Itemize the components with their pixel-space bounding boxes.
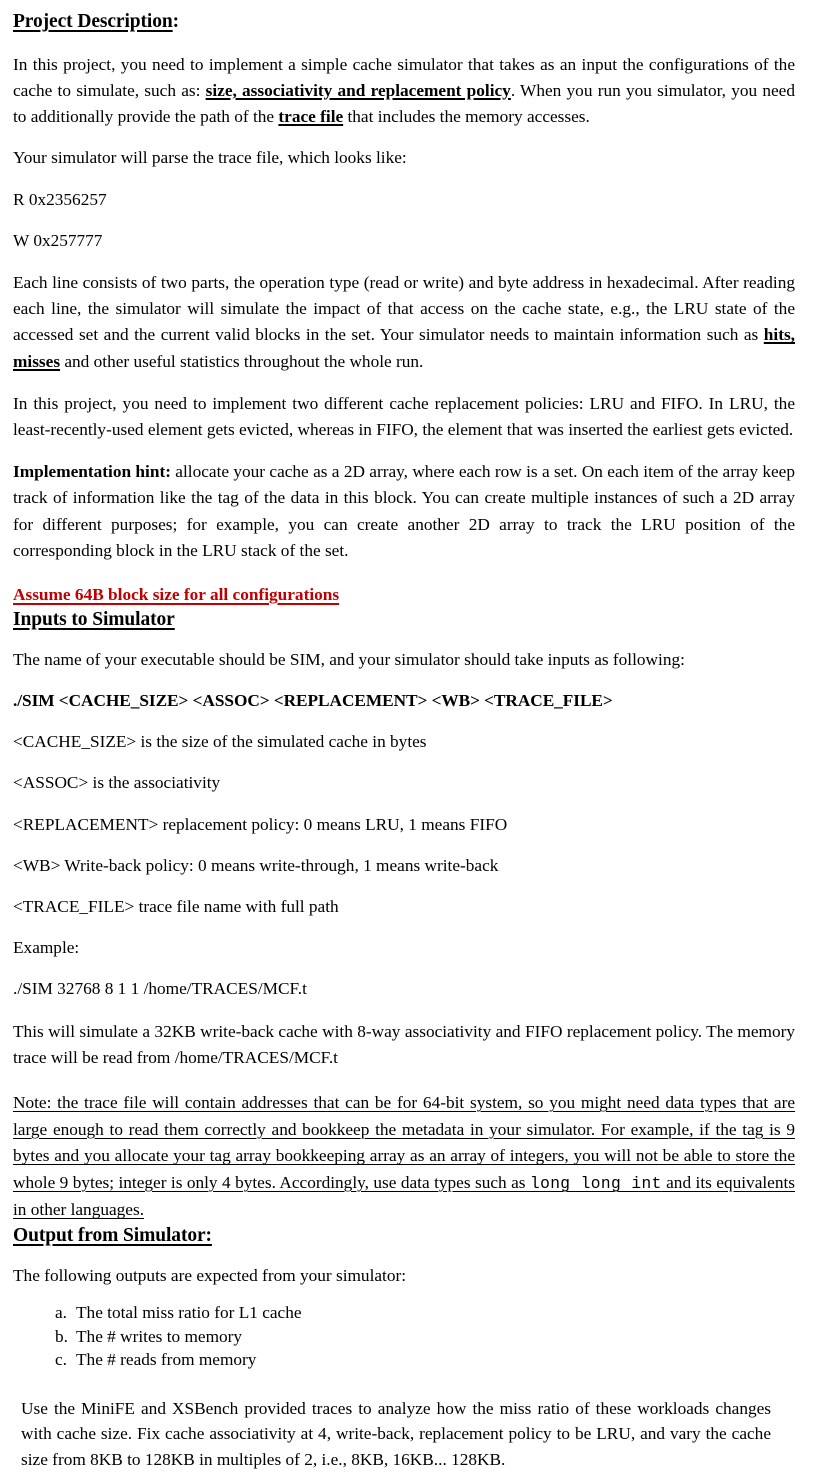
paragraph-outputs-intro: The following outputs are expected from … — [13, 1263, 795, 1289]
heading-output-from-simulator-text: Output from Simulator: — [13, 1225, 212, 1246]
list-item: The total miss ratio for L1 cache — [55, 1301, 795, 1325]
trace-example-read: R 0x2356257 — [13, 187, 795, 213]
paragraph-note-data-types: Note: the trace file will contain addres… — [13, 1090, 795, 1224]
paragraph-project-intro-part3: that includes the memory accesses. — [343, 107, 590, 126]
paragraph-trace-intro: Your simulator will parse the trace file… — [13, 145, 795, 171]
heading-output-from-simulator: Output from Simulator: — [13, 1224, 795, 1248]
heading-project-description-colon: : — [173, 11, 179, 32]
output-list: The total miss ratio for L1 cache The # … — [13, 1301, 795, 1372]
label-implementation-hint: Implementation hint: — [13, 462, 171, 481]
label-example: Example: — [13, 935, 795, 961]
heading-inputs-to-simulator-text: Inputs to Simulator — [13, 609, 175, 630]
emphasis-misses: misses — [13, 352, 60, 371]
argument-assoc: <ASSOC> is the associativity — [13, 770, 795, 796]
list-item: The # writes to memory — [55, 1325, 795, 1349]
paragraph-trace-format: Each line consists of two parts, the ope… — [13, 270, 795, 375]
paragraph-trace-format-part1: Each line consists of two parts, the ope… — [13, 273, 795, 344]
paragraph-analysis-task: Use the MiniFE and XSBench provided trac… — [21, 1396, 771, 1472]
paragraph-example-explanation: This will simulate a 32KB write-back cac… — [13, 1019, 795, 1071]
emphasis-trace-file: trace file — [278, 107, 343, 126]
paragraph-implementation-hint: Implementation hint: allocate your cache… — [13, 459, 795, 564]
code-long-long-int: long long int — [530, 1175, 662, 1193]
argument-wb: <WB> Write-back policy: 0 means write-th… — [13, 853, 795, 879]
example-command: ./SIM 32768 8 1 1 /home/TRACES/MCF.t — [13, 976, 795, 1002]
emphasis-cache-config-params: size, associativity and replacement poli… — [206, 81, 511, 100]
paragraph-executable-intro: The name of your executable should be SI… — [13, 647, 795, 673]
paragraph-replacement-policies: In this project, you need to implement t… — [13, 391, 795, 443]
heading-inputs-to-simulator: Inputs to Simulator — [13, 608, 795, 632]
list-item: The # reads from memory — [55, 1348, 795, 1372]
argument-trace-file: <TRACE_FILE> trace file name with full p… — [13, 894, 795, 920]
paragraph-project-intro: In this project, you need to implement a… — [13, 52, 795, 131]
document-page: Project Description: In this project, yo… — [0, 0, 816, 1444]
heading-project-description: Project Description: — [13, 10, 795, 34]
trace-example-write: W 0x257777 — [13, 228, 795, 254]
heading-project-description-text: Project Description — [13, 11, 173, 32]
command-syntax: ./SIM <CACHE_SIZE> <ASSOC> <REPLACEMENT>… — [13, 688, 795, 714]
argument-replacement: <REPLACEMENT> replacement policy: 0 mean… — [13, 812, 795, 838]
paragraph-trace-format-part3: and other useful statistics throughout t… — [60, 352, 423, 371]
notice-block-size: Assume 64B block size for all configurat… — [13, 582, 795, 608]
argument-cache-size: <CACHE_SIZE> is the size of the simulate… — [13, 729, 795, 755]
emphasis-hits: hits, — [764, 325, 795, 344]
